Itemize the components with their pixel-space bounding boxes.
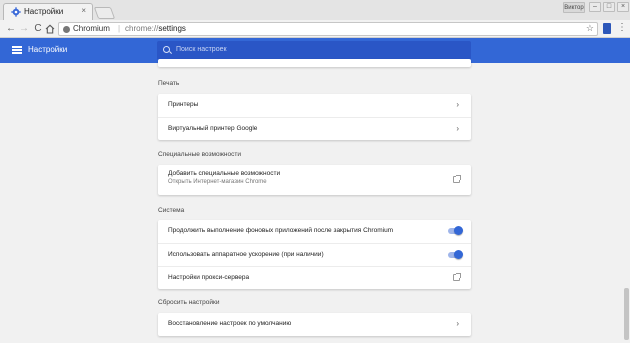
accessibility-card: Добавить специальные возможности Открыть… (158, 165, 471, 195)
background-apps-toggle[interactable] (448, 226, 463, 235)
row-label: Использовать аппаратное ускорение (при н… (168, 251, 324, 258)
page-title: Настройки (28, 45, 68, 54)
arrow-right-icon: › (456, 100, 459, 109)
system-card: Продолжить выполнение фоновых приложений… (158, 220, 471, 289)
section-title-accessibility: Специальные возможности (158, 151, 241, 158)
scrollbar[interactable] (623, 63, 630, 343)
hardware-acceleration-row[interactable]: Использовать аппаратное ускорение (при н… (158, 243, 471, 266)
browser-tab[interactable]: Настройки × (3, 3, 93, 20)
url-separator: | (118, 24, 121, 33)
search-placeholder: Поиск настроек (176, 46, 227, 53)
hamburger-menu-icon[interactable] (12, 46, 22, 54)
background-apps-row[interactable]: Продолжить выполнение фоновых приложений… (158, 220, 471, 243)
browser-toolbar: ← → C Chromium | chrome://settings ☆ ⋮ (0, 20, 630, 38)
extension-icon[interactable] (603, 23, 611, 34)
row-label: Настройки прокси-сервера (168, 274, 250, 281)
forward-button[interactable]: → (18, 22, 30, 35)
new-tab-button[interactable] (93, 7, 116, 19)
row-label: Виртуальный принтер Google (168, 125, 258, 132)
arrow-right-icon: › (456, 124, 459, 133)
restore-defaults-row[interactable]: Восстановление настроек по умолчанию › (158, 313, 471, 336)
external-link-icon (453, 175, 461, 183)
tab-title: Настройки (24, 7, 64, 16)
browser-menu-icon[interactable]: ⋮ (617, 21, 627, 35)
tab-close-icon[interactable]: × (81, 6, 86, 16)
maximize-button[interactable]: □ (603, 2, 615, 12)
profile-badge[interactable]: Виктор (563, 2, 585, 13)
cloud-print-row[interactable]: Виртуальный принтер Google › (158, 117, 471, 140)
printers-row[interactable]: Принтеры › (158, 94, 471, 117)
row-label: Продолжить выполнение фоновых приложений… (168, 227, 394, 234)
hardware-acceleration-toggle[interactable] (448, 250, 463, 259)
row-label: Восстановление настроек по умолчанию (168, 320, 292, 327)
row-label: Добавить специальные возможности (168, 170, 281, 177)
proxy-settings-row[interactable]: Настройки прокси-сервера (158, 266, 471, 289)
settings-content: Печать Принтеры › Виртуальный принтер Go… (0, 59, 630, 343)
previous-card (158, 59, 471, 67)
close-window-button[interactable]: × (617, 2, 629, 12)
reload-button[interactable]: C (32, 22, 44, 35)
reset-card: Восстановление настроек по умолчанию › (158, 313, 471, 336)
section-title-reset: Сбросить настройки (158, 299, 220, 306)
settings-gear-icon (11, 7, 21, 17)
section-title-print: Печать (158, 80, 180, 87)
minimize-button[interactable]: – (589, 2, 601, 12)
address-bar[interactable]: Chromium | chrome://settings ☆ (58, 22, 598, 36)
section-title-system: Система (158, 207, 185, 214)
back-button[interactable]: ← (5, 22, 17, 35)
page-info-icon[interactable] (63, 26, 70, 33)
row-label: Принтеры (168, 101, 199, 108)
scrollbar-thumb[interactable] (624, 288, 629, 340)
arrow-right-icon: › (456, 319, 459, 328)
url-origin: Chromium (73, 24, 110, 33)
bookmark-star-icon[interactable]: ☆ (586, 23, 594, 34)
home-icon[interactable] (45, 24, 55, 34)
row-sublabel: Открыть Интернет-магазин Chrome (168, 179, 267, 185)
print-card: Принтеры › Виртуальный принтер Google › (158, 94, 471, 140)
url-text: chrome://settings (125, 24, 186, 33)
settings-search-input[interactable]: Поиск настроек (157, 41, 471, 60)
title-bar: Настройки × Виктор – □ × (0, 0, 630, 20)
add-accessibility-row[interactable]: Добавить специальные возможности Открыть… (158, 165, 471, 195)
search-icon (163, 46, 170, 53)
external-link-icon (453, 273, 461, 281)
